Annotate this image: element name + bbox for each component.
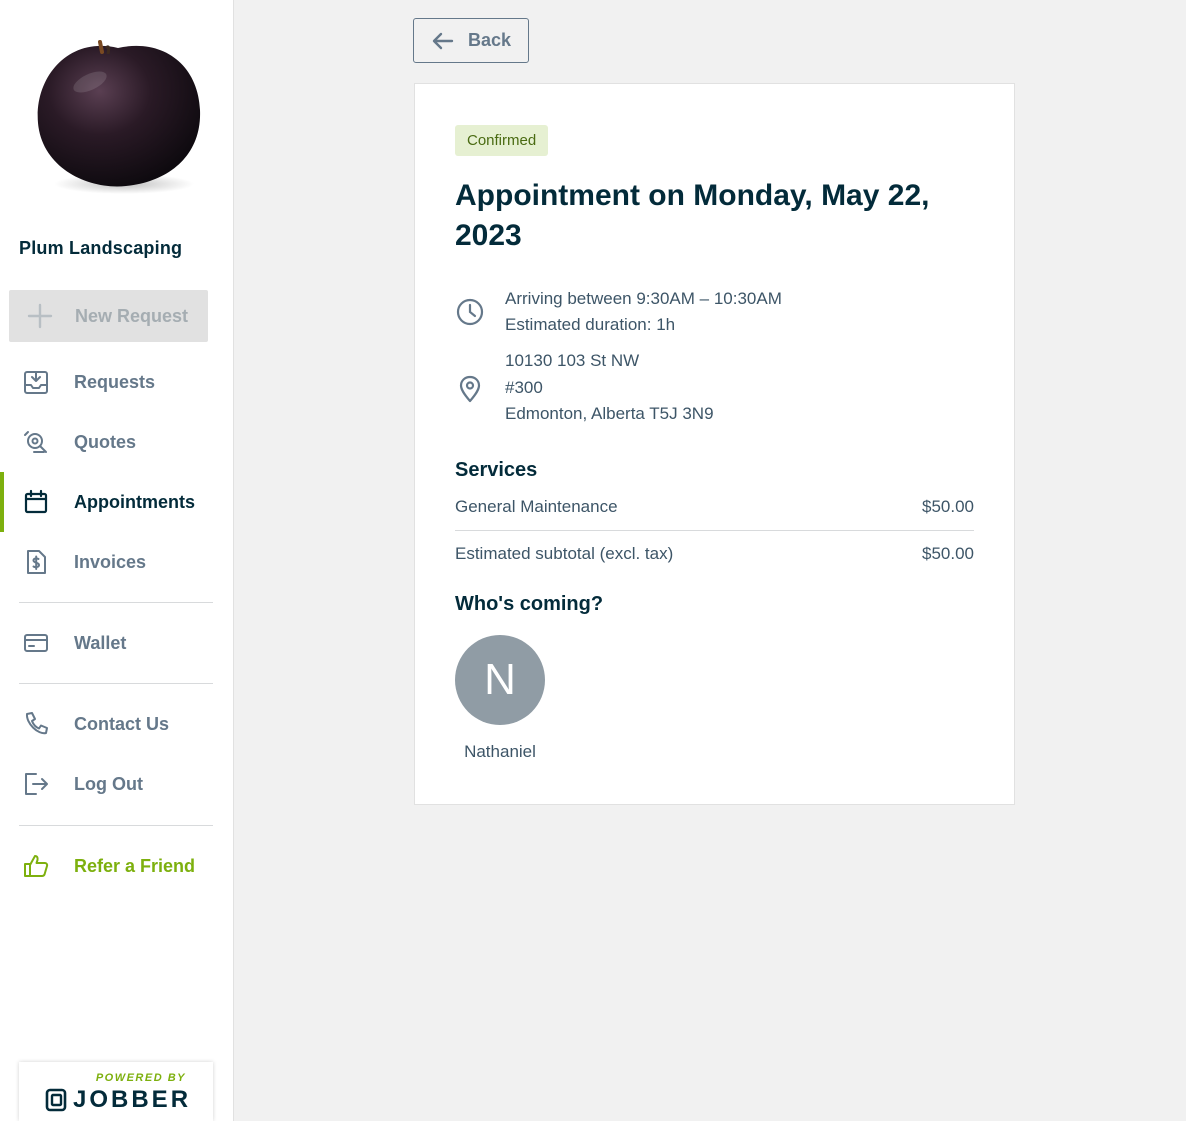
sidebar-item-label: Refer a Friend (74, 855, 196, 876)
service-row: General Maintenance $50.00 (455, 497, 974, 517)
sidebar-item-appointments[interactable]: Appointments (0, 472, 233, 532)
nav-divider (19, 602, 213, 603)
sidebar: Plum Landscaping New Request Requests Qu… (0, 0, 234, 1121)
invoice-dollar-icon (22, 548, 50, 576)
jobber-brand: JOBBER (45, 1086, 191, 1114)
sidebar-item-log-out[interactable]: Log Out (0, 762, 233, 806)
sidebar-item-label: Invoices (74, 551, 147, 572)
new-request-button[interactable]: New Request (9, 290, 208, 342)
sidebar-item-label: Appointments (74, 491, 195, 512)
calendar-icon (22, 488, 50, 516)
team-heading: Who's coming? (455, 593, 604, 615)
nav-divider (19, 825, 213, 826)
avatar: N (455, 635, 545, 725)
thumbs-up-icon (22, 852, 50, 880)
jobber-logo-icon (45, 1088, 67, 1112)
services-heading: Services (455, 459, 538, 481)
sidebar-item-requests[interactable]: Requests (0, 360, 233, 404)
logout-icon (22, 770, 50, 798)
nav-divider (19, 683, 213, 684)
credit-card-icon (22, 629, 50, 657)
sidebar-item-label: Log Out (74, 773, 143, 794)
new-request-label: New Request (75, 305, 189, 326)
sidebar-item-label: Quotes (74, 431, 137, 452)
location-pin-icon (459, 375, 481, 403)
sidebar-item-label: Wallet (74, 632, 127, 653)
sidebar-item-invoices[interactable]: Invoices (0, 540, 233, 584)
subtotal-row: Estimated subtotal (excl. tax) $50.00 (455, 544, 974, 564)
back-button[interactable]: Back (413, 18, 529, 63)
phone-icon (22, 710, 50, 738)
service-name: General Maintenance (455, 497, 618, 516)
address-line-2: #300 (505, 378, 543, 397)
page-title: Appointment on Monday, May 22, 2023 (455, 179, 930, 252)
inbox-download-icon (22, 368, 50, 396)
status-badge: Confirmed (455, 125, 549, 156)
sidebar-item-refer-a-friend[interactable]: Refer a Friend (0, 844, 233, 888)
clock-icon (456, 298, 484, 326)
subtotal-label: Estimated subtotal (excl. tax) (455, 544, 674, 563)
sidebar-item-quotes[interactable]: Quotes (0, 420, 233, 464)
sidebar-item-wallet[interactable]: Wallet (0, 621, 233, 665)
address-line-3: Edmonton, Alberta T5J 3N9 (505, 404, 714, 423)
plus-icon (27, 303, 53, 329)
jobber-wordmark: JOBBER (73, 1086, 192, 1113)
powered-by-jobber[interactable]: POWERED BY JOBBER (19, 1062, 213, 1121)
powered-by-label: POWERED BY (95, 1072, 186, 1084)
service-price: $50.00 (922, 497, 974, 516)
estimated-duration: Estimated duration: 1h (505, 315, 676, 334)
plum-logo (37, 40, 201, 194)
sidebar-item-label: Contact Us (74, 713, 170, 734)
appointment-card: Confirmed Appointment on Monday, May 22,… (414, 83, 1015, 805)
subtotal-value: $50.00 (922, 544, 974, 563)
company-name: Plum Landscaping (19, 238, 183, 258)
arrow-left-icon (432, 32, 454, 49)
back-label: Back (468, 30, 512, 50)
address-line-1: 10130 103 St NW (505, 351, 640, 370)
sidebar-item-contact-us[interactable]: Contact Us (0, 702, 233, 746)
sidebar-item-label: Requests (74, 371, 156, 392)
services-divider (455, 530, 974, 531)
arrival-window: Arriving between 9:30AM – 10:30AM (505, 289, 782, 308)
quote-search-icon (22, 428, 50, 456)
team-member-name: Nathaniel (464, 742, 536, 761)
